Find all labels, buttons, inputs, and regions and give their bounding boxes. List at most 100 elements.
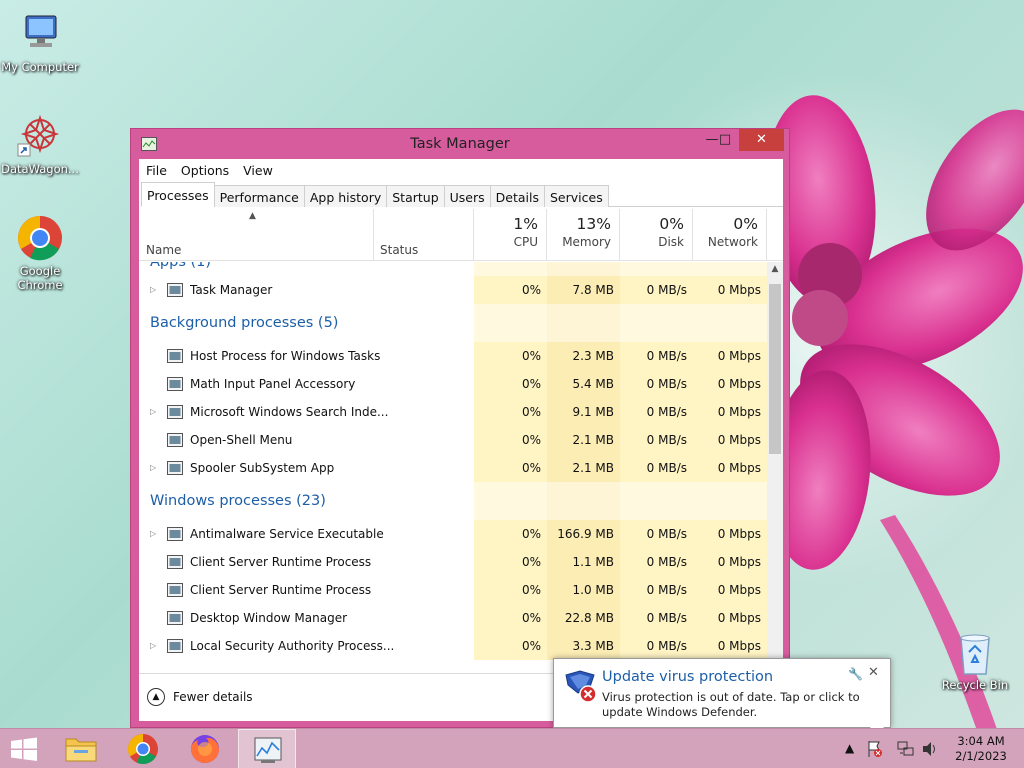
group-windows-processes[interactable]: Windows processes (23) xyxy=(139,482,767,520)
menu-file[interactable]: File xyxy=(146,163,167,178)
desktop-icon-datawagon[interactable]: DataWagon... xyxy=(0,112,80,176)
scrollbar-thumb[interactable] xyxy=(769,284,781,454)
show-hidden-icons-chevron[interactable]: ▲ xyxy=(845,741,854,768)
process-name: Open-Shell Menu xyxy=(190,433,293,447)
tab-services[interactable]: Services xyxy=(544,185,609,207)
fewer-details-label: Fewer details xyxy=(173,690,253,704)
desktop-icon-label: DataWagon... xyxy=(1,162,79,176)
process-disk: 0 MB/s xyxy=(620,398,693,426)
process-row[interactable]: 0% 5.4 MB 0 MB/s 0 Mbps Math Input Panel Acc… xyxy=(139,370,767,398)
tab-startup[interactable]: Startup xyxy=(386,185,445,207)
expand-chevron-icon[interactable]: ▷ xyxy=(150,463,156,472)
process-network: 0 Mbps xyxy=(693,276,767,304)
process-name: Antimalware Service Executable xyxy=(190,527,384,541)
expand-chevron-icon[interactable]: ▷ xyxy=(150,285,156,294)
process-row[interactable]: 0% 22.8 MB 0 MB/s 0 Mbps Desktop Window Mana… xyxy=(139,604,767,632)
close-button[interactable]: ✕ xyxy=(739,129,784,151)
tab-performance[interactable]: Performance xyxy=(213,185,305,207)
tab-details[interactable]: Details xyxy=(489,185,545,207)
desktop-icon-label: Google Chrome xyxy=(17,264,63,292)
process-row[interactable]: 0% 2.3 MB 0 MB/s 0 Mbps Host Process for Win… xyxy=(139,342,767,370)
wrench-icon[interactable]: 🔧 xyxy=(848,667,863,681)
process-row[interactable]: 0% 2.1 MB 0 MB/s 0 Mbps Open-Shell Menu xyxy=(139,426,767,454)
network-label: Network xyxy=(707,235,758,249)
process-disk: 0 MB/s xyxy=(620,576,693,604)
tab-users[interactable]: Users xyxy=(443,185,491,207)
column-name[interactable]: ▲ Name xyxy=(139,209,374,261)
scroll-up-icon[interactable]: ▲ xyxy=(767,264,783,274)
group-cell-bg xyxy=(474,304,547,342)
close-icon[interactable]: ✕ xyxy=(868,665,879,680)
process-window-icon xyxy=(167,611,183,625)
process-cpu: 0% xyxy=(474,342,547,370)
defender-notification[interactable]: Update virus protection Virus protection… xyxy=(553,658,891,736)
taskbar-firefox[interactable] xyxy=(176,729,234,768)
expand-chevron-icon[interactable]: ▷ xyxy=(150,407,156,416)
process-cpu: 0% xyxy=(474,398,547,426)
desktop-icon-recycle-bin[interactable]: Recycle Bin xyxy=(935,632,1015,692)
process-row[interactable]: 0% 1.0 MB 0 MB/s 0 Mbps Client Server Runtim… xyxy=(139,576,767,604)
datawagon-icon xyxy=(16,112,64,160)
group-cell-bg xyxy=(474,482,547,520)
group-background-processes[interactable]: Background processes (5) xyxy=(139,304,767,342)
taskbar-google-chrome[interactable] xyxy=(114,729,172,768)
menu-bar: File Options View xyxy=(139,159,783,181)
group-cell-bg xyxy=(547,304,620,342)
start-button[interactable] xyxy=(0,729,48,768)
process-row[interactable]: 0% 2.1 MB 0 MB/s 0 Mbps ▷ Spooler SubSystem A… xyxy=(139,454,767,482)
search-indexer-icon xyxy=(167,405,183,419)
vertical-scrollbar[interactable]: ▲ xyxy=(767,262,783,672)
column-memory[interactable]: 13% Memory xyxy=(547,209,620,261)
expand-chevron-icon[interactable]: ▷ xyxy=(150,529,156,538)
group-cell-bg xyxy=(620,262,693,276)
group-apps[interactable]: Apps (1) xyxy=(139,262,767,276)
process-network: 0 Mbps xyxy=(693,370,767,398)
printer-icon xyxy=(167,461,183,475)
maximize-button[interactable]: □ xyxy=(708,129,742,151)
column-network[interactable]: 0% Network xyxy=(693,209,767,261)
menu-options[interactable]: Options xyxy=(181,163,229,178)
process-cpu: 0% xyxy=(474,576,547,604)
task-manager-window: Task Manager — □ ✕ File Options View Pro… xyxy=(130,128,790,728)
action-center-flag-icon[interactable] xyxy=(866,739,884,768)
fewer-details-button[interactable]: ▲ Fewer details xyxy=(147,688,253,706)
process-name: Task Manager xyxy=(190,283,273,297)
process-row[interactable]: 0% 7.8 MB 0 MB/s 0 Mbps ▷ Task Manager xyxy=(139,276,767,304)
chrome-icon xyxy=(16,214,64,262)
process-disk: 0 MB/s xyxy=(620,276,693,304)
process-memory: 166.9 MB xyxy=(547,520,620,548)
process-memory: 5.4 MB xyxy=(547,370,620,398)
desktop-icon-label: My Computer xyxy=(1,60,79,74)
title-bar[interactable]: Task Manager — □ ✕ xyxy=(131,129,789,159)
disk-total: 0% xyxy=(659,215,684,233)
taskbar-clock[interactable]: 3:04 AM 2/1/2023 xyxy=(946,734,1016,764)
process-memory: 9.1 MB xyxy=(547,398,620,426)
network-icon[interactable] xyxy=(897,741,915,768)
taskbar-task-manager[interactable] xyxy=(238,729,296,768)
tab-app-history[interactable]: App history xyxy=(303,185,388,207)
group-title: Windows processes (23) xyxy=(150,493,326,509)
process-name: Client Server Runtime Process xyxy=(190,555,372,569)
desktop-icon-google-chrome[interactable]: Google Chrome xyxy=(0,214,80,292)
tab-processes[interactable]: Processes xyxy=(141,182,215,207)
cpu-total: 1% xyxy=(513,215,538,233)
column-status-label: Status xyxy=(380,243,419,257)
group-cell-bg xyxy=(547,262,620,276)
process-memory: 22.8 MB xyxy=(547,604,620,632)
column-status[interactable]: Status xyxy=(374,209,474,261)
process-row[interactable]: 0% 3.3 MB 0 MB/s 0 Mbps ▷ Local Security Auth… xyxy=(139,632,767,660)
process-row[interactable]: 0% 9.1 MB 0 MB/s 0 Mbps ▷ Microsoft Windows S… xyxy=(139,398,767,426)
process-list: Apps (1) 0% 7.8 MB 0 MB/s 0 Mbps ▷ Task Manage… xyxy=(139,262,767,672)
taskbar-file-explorer[interactable] xyxy=(52,729,110,768)
process-row[interactable]: 0% 166.9 MB 0 MB/s 0 Mbps ▷ Antimalware Servi… xyxy=(139,520,767,548)
expand-chevron-icon[interactable]: ▷ xyxy=(150,641,156,650)
menu-view[interactable]: View xyxy=(243,163,273,178)
desktop-icon-my-computer[interactable]: My Computer xyxy=(0,10,80,74)
process-name: Microsoft Windows Search Inde... xyxy=(190,405,389,419)
memory-label: Memory xyxy=(562,235,611,249)
column-disk[interactable]: 0% Disk xyxy=(620,209,693,261)
process-window-icon xyxy=(167,349,183,363)
volume-icon[interactable] xyxy=(921,740,939,768)
process-row[interactable]: 0% 1.1 MB 0 MB/s 0 Mbps Client Server Runtim… xyxy=(139,548,767,576)
column-cpu[interactable]: 1% CPU xyxy=(474,209,547,261)
